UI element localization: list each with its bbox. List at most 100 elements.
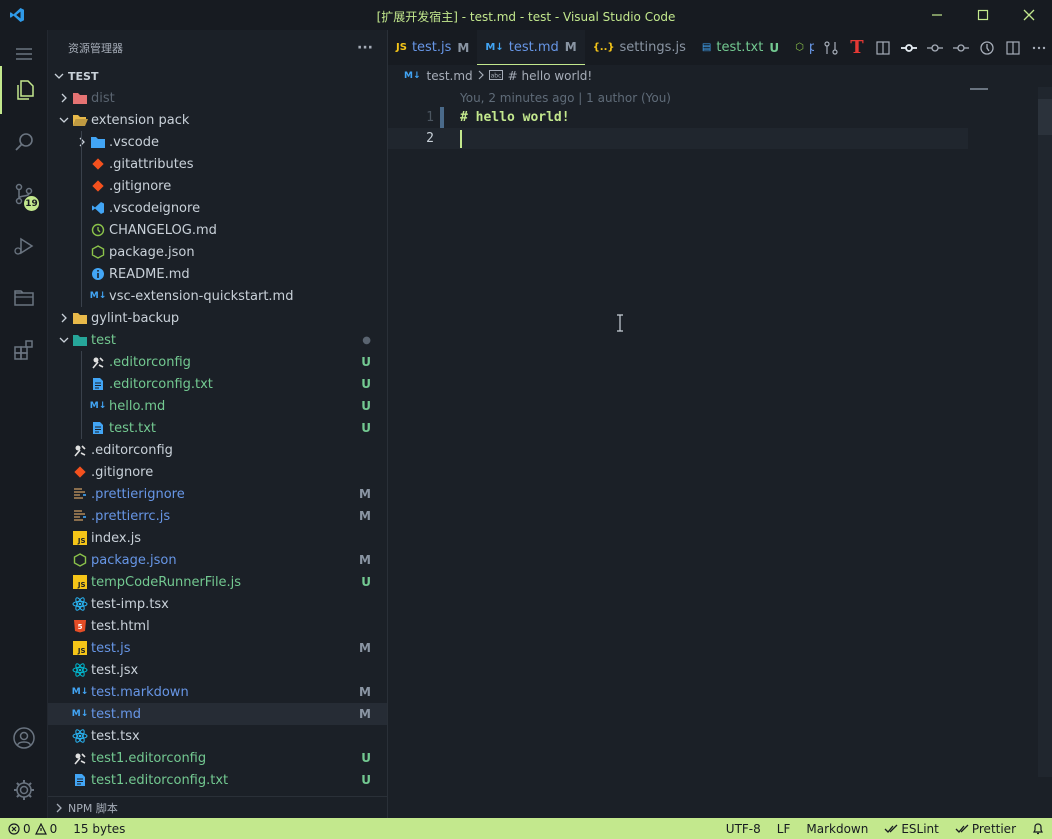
project-manager-icon[interactable] [0,274,48,322]
tree-file[interactable]: M↓ hello.md U [48,395,387,417]
text-cursor [460,130,462,148]
text-file-icon: ▤ [701,42,712,53]
tree-file[interactable]: JS index.js [48,527,387,549]
scrollbar-thumb[interactable] [1038,99,1052,135]
code-line[interactable]: 1 # hello world! [388,107,968,128]
tree-file[interactable]: test1.editorconfig U [48,747,387,769]
svg-text:JS: JS [77,581,86,589]
chevron-right-icon [56,90,72,106]
prettier-status[interactable]: Prettier [947,818,1024,839]
tree-file[interactable]: test.tsx [48,725,387,747]
open-changes-icon[interactable] [818,35,844,61]
more-actions-icon[interactable]: ··· [357,40,373,56]
tree-file[interactable]: test-imp.tsx [48,593,387,615]
settings-gear-icon[interactable] [0,766,48,814]
tree-file[interactable]: M↓ vsc-extension-quickstart.md [48,285,387,307]
tree-item-label: tempCodeRunnerFile.js [91,574,242,590]
tree-item-label: test-imp.tsx [91,596,169,612]
editor-tabs: JS test.js M M↓ test.md M {..} settings.js ▤ test… [388,30,1052,65]
problems-indicator[interactable]: 0 0 [0,818,65,839]
minimize-icon[interactable] [914,0,960,30]
tree-file[interactable]: JS test.js M [48,637,387,659]
source-control-icon[interactable]: 19 [0,170,48,218]
workspace-section-header[interactable]: TEST [48,65,387,87]
tree-item-label: .vscodeignore [109,200,201,216]
next-commit-icon[interactable] [948,35,974,61]
tree-file[interactable]: .gitignore [48,175,387,197]
eslint-label: ESLint [901,821,939,836]
eol-selector[interactable]: LF [769,818,799,839]
breadcrumb-symbol[interactable]: # hello world! [508,69,593,83]
file-size[interactable]: 15 bytes [65,818,133,839]
tree-folder[interactable]: extension pack [48,109,387,131]
tree-file[interactable]: .prettierrc.js M [48,505,387,527]
javascript-icon: JS [72,530,88,546]
tree-file[interactable]: test.jsx [48,659,387,681]
text-style-icon[interactable]: T [844,35,870,61]
editor-tab[interactable]: M↓ test.md M [477,30,585,65]
run-debug-icon[interactable] [0,222,48,270]
tab-git-status: M [457,40,470,55]
tree-file[interactable]: package.json [48,241,387,263]
git-commit-icon[interactable] [896,35,922,61]
code-line-current[interactable]: 2 [388,128,968,149]
encoding-selector[interactable]: UTF-8 [718,818,769,839]
vertical-scrollbar[interactable] [1038,87,1052,777]
editor-actions: T [814,30,1052,65]
workspace-title: TEST [68,69,99,83]
close-icon[interactable] [1006,0,1052,30]
tree-file[interactable]: .editorconfig U [48,351,387,373]
tree-folder[interactable]: test ● [48,329,387,351]
tree-item-label: .gitignore [109,178,172,194]
tree-file[interactable]: .prettierignore M [48,483,387,505]
eslint-status[interactable]: ESLint [876,818,947,839]
vscode-logo-icon[interactable] [0,0,34,30]
tree-folder[interactable]: dist [48,87,387,109]
search-icon[interactable] [0,118,48,166]
git-gutter-added [440,107,444,128]
editor-tab[interactable]: JS test.js M [388,30,477,65]
tree-file[interactable]: .editorconfig [48,439,387,461]
tree-folder[interactable]: .vscode [48,131,387,153]
maximize-icon[interactable] [960,0,1006,30]
tree-file[interactable]: .gitignore [48,461,387,483]
prettier-icon [72,486,88,502]
extensions-icon[interactable] [0,326,48,374]
javascript-icon: JS [396,42,407,53]
tree-folder[interactable]: gylint-backup [48,307,387,329]
tree-file[interactable]: JS tempCodeRunnerFile.js U [48,571,387,593]
npm-scripts-section[interactable]: NPM 脚本 [48,796,387,818]
open-preview-icon[interactable] [870,35,896,61]
timeline-icon[interactable] [974,35,1000,61]
tree-file[interactable]: .vscodeignore [48,197,387,219]
git-blame-codelens[interactable]: You, 2 minutes ago | 1 author (You) [460,91,671,105]
editor-tab[interactable]: {..} settings.js [585,30,694,65]
tree-file[interactable]: M↓ test.markdown M [48,681,387,703]
tree-file[interactable]: .gitattributes [48,153,387,175]
chevron-right-icon [74,134,90,150]
tree-file[interactable]: .editorconfig.txt U [48,373,387,395]
more-editor-actions-icon[interactable] [1026,35,1052,61]
editor-tab[interactable]: ▤ test.txt U [694,30,787,65]
tree-file[interactable]: README.md [48,263,387,285]
explorer-icon[interactable] [0,66,48,114]
activity-bar: 19 [0,30,48,818]
previous-commit-icon[interactable] [922,35,948,61]
tree-file[interactable]: CHANGELOG.md [48,219,387,241]
notifications-bell-icon[interactable] [1024,818,1052,839]
editorconfig-icon [72,750,88,766]
minimap[interactable] [970,88,988,90]
tree-file[interactable]: M↓ test.md M [48,703,387,725]
tree-file[interactable]: test.txt U [48,417,387,439]
git-status-badge: M [359,509,371,523]
tree-file[interactable]: package.json M [48,549,387,571]
tree-file[interactable]: 5 test.html [48,615,387,637]
breadcrumb-file[interactable]: test.md [427,69,473,83]
split-editor-icon[interactable] [1000,35,1026,61]
tree-file[interactable]: test1.editorconfig.txt U [48,769,387,791]
accounts-icon[interactable] [0,714,48,762]
language-mode-selector[interactable]: Markdown [798,818,876,839]
tree-item-label: hello.md [109,398,166,414]
